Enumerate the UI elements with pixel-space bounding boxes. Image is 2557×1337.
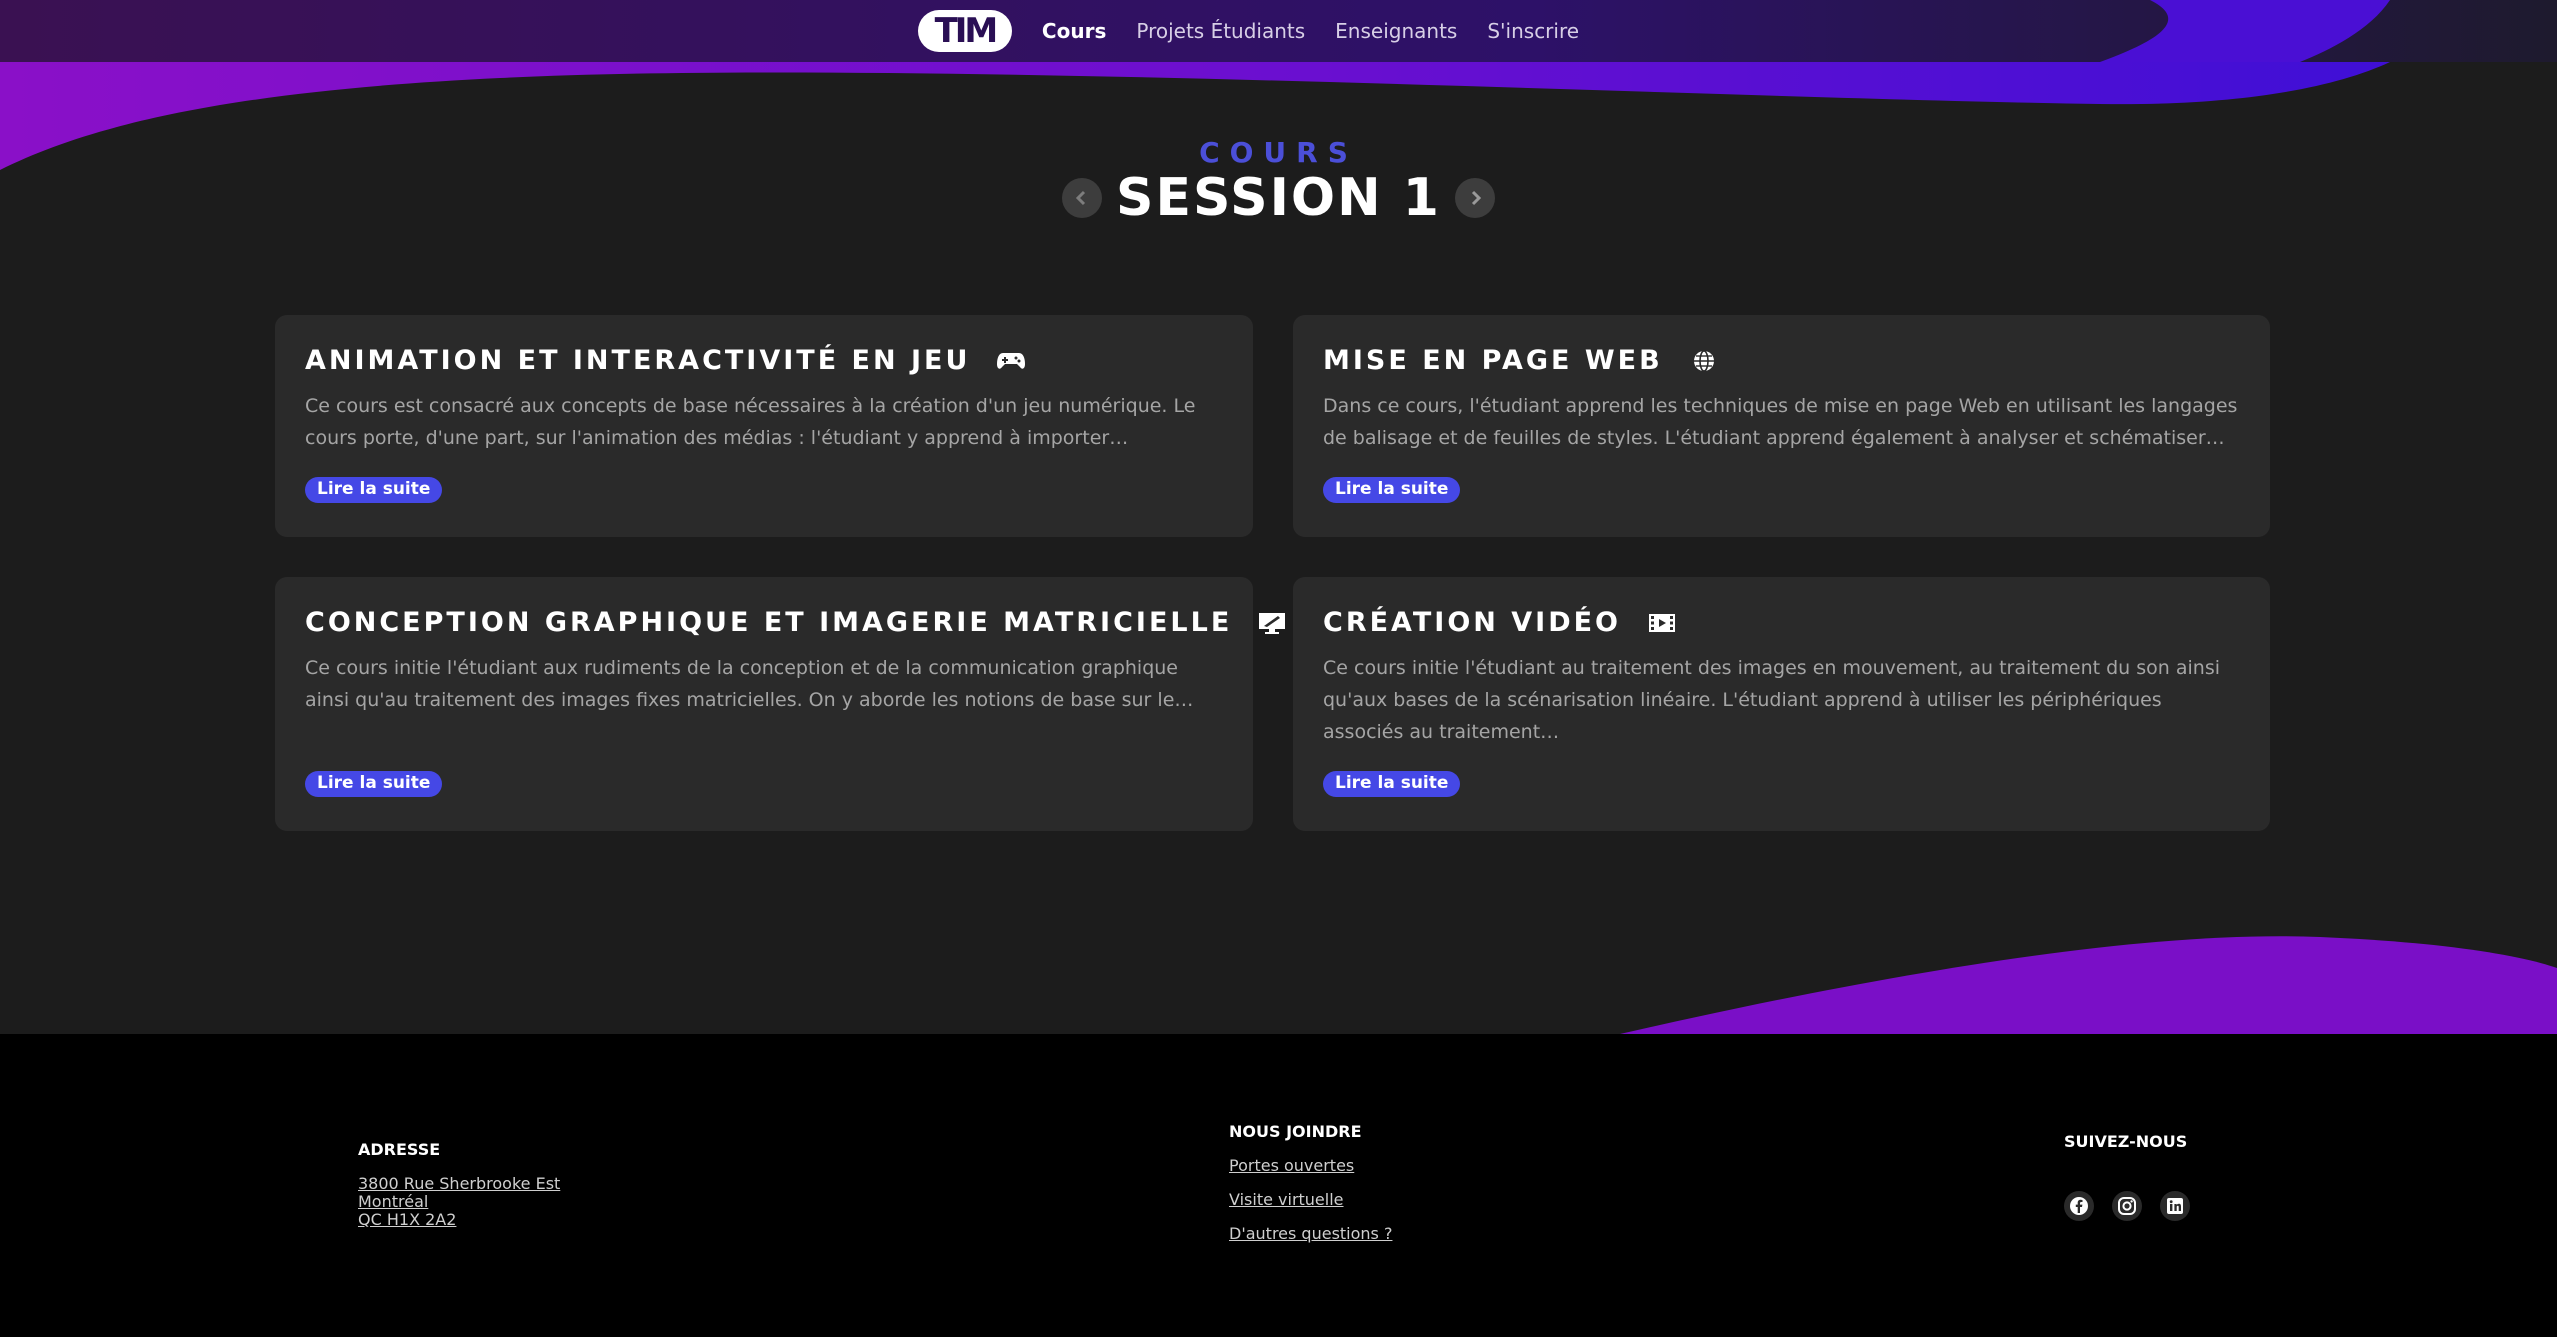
link-visite-virtuelle[interactable]: Visite virtuelle — [1229, 1191, 1392, 1209]
session-title: SESSION 1 — [1116, 168, 1441, 228]
film-icon — [1647, 611, 1677, 635]
next-session-button[interactable] — [1454, 178, 1495, 218]
nav-link-enseignants[interactable]: Enseignants — [1335, 19, 1457, 43]
course-description: Dans ce cours, l'étudiant apprend les te… — [1323, 395, 2238, 449]
course-title: MISE EN PAGE WEB — [1323, 345, 1663, 376]
course-card-video: CRÉATION VIDÉO Ce cours initie l'étudian… — [1293, 577, 2270, 831]
course-description: Ce cours initie l'étudiant au traitement… — [1323, 657, 2221, 743]
link-autres-questions[interactable]: D'autres questions ? — [1229, 1225, 1392, 1243]
top-nav: TIM Cours Projets Étudiants Enseignants … — [0, 0, 2557, 61]
footer-address: ADRESSE 3800 Rue Sherbrooke Est Montréal… — [358, 1140, 560, 1229]
gamepad-icon — [996, 349, 1026, 373]
linkedin-icon[interactable] — [2160, 1191, 2190, 1221]
facebook-icon[interactable] — [2064, 1191, 2094, 1221]
footer-social: SUIVEZ-NOUS — [2064, 1132, 2190, 1221]
course-title: CONCEPTION GRAPHIQUE ET IMAGERIE MATRICI… — [305, 607, 1233, 638]
link-portes-ouvertes[interactable]: Portes ouvertes — [1229, 1157, 1392, 1175]
address-line-2[interactable]: Montréal — [358, 1193, 560, 1211]
nav-link-sinscrire[interactable]: S'inscrire — [1487, 19, 1579, 43]
section-eyebrow: COURS — [1199, 136, 1358, 169]
tim-logo[interactable]: TIM — [917, 9, 1012, 52]
read-more-button[interactable]: Lire la suite — [305, 771, 443, 797]
previous-session-button[interactable] — [1062, 178, 1103, 218]
read-more-button[interactable]: Lire la suite — [1323, 477, 1461, 503]
course-title: CRÉATION VIDÉO — [1323, 607, 1622, 638]
course-description: Ce cours initie l'étudiant aux rudiments… — [305, 657, 1194, 711]
footer-contact: NOUS JOINDRE Portes ouvertes Visite virt… — [1229, 1122, 1392, 1243]
chevron-left-icon — [1075, 190, 1086, 206]
nav-link-cours[interactable]: Cours — [1042, 19, 1106, 43]
monitor-brush-icon — [1258, 611, 1286, 635]
footer-social-heading: SUIVEZ-NOUS — [2064, 1132, 2188, 1151]
course-title: ANIMATION ET INTERACTIVITÉ EN JEU — [305, 345, 971, 376]
course-card-animation: ANIMATION ET INTERACTIVITÉ EN JEU Ce cou… — [275, 315, 1253, 537]
site-footer: ADRESSE 3800 Rue Sherbrooke Est Montréal… — [0, 1034, 2557, 1337]
course-description: Ce cours est consacré aux concepts de ba… — [305, 395, 1196, 449]
nav-link-projets-etudiants[interactable]: Projets Étudiants — [1136, 19, 1305, 43]
instagram-icon[interactable] — [2112, 1191, 2142, 1221]
course-card-web: MISE EN PAGE WEB Dans ce cours, l'étudia… — [1293, 315, 2270, 537]
address-line-1[interactable]: 3800 Rue Sherbrooke Est — [358, 1175, 560, 1193]
address-line-3[interactable]: QC H1X 2A2 — [358, 1211, 560, 1229]
globe-icon — [1689, 349, 1719, 373]
footer-contact-heading: NOUS JOINDRE — [1229, 1122, 1362, 1141]
footer-address-heading: ADRESSE — [358, 1140, 441, 1159]
chevron-right-icon — [1471, 190, 1482, 206]
course-card-graphic: CONCEPTION GRAPHIQUE ET IMAGERIE MATRICI… — [275, 577, 1286, 831]
read-more-button[interactable]: Lire la suite — [305, 477, 443, 503]
read-more-button[interactable]: Lire la suite — [1323, 771, 1461, 797]
session-selector: SESSION 1 — [0, 168, 2557, 228]
